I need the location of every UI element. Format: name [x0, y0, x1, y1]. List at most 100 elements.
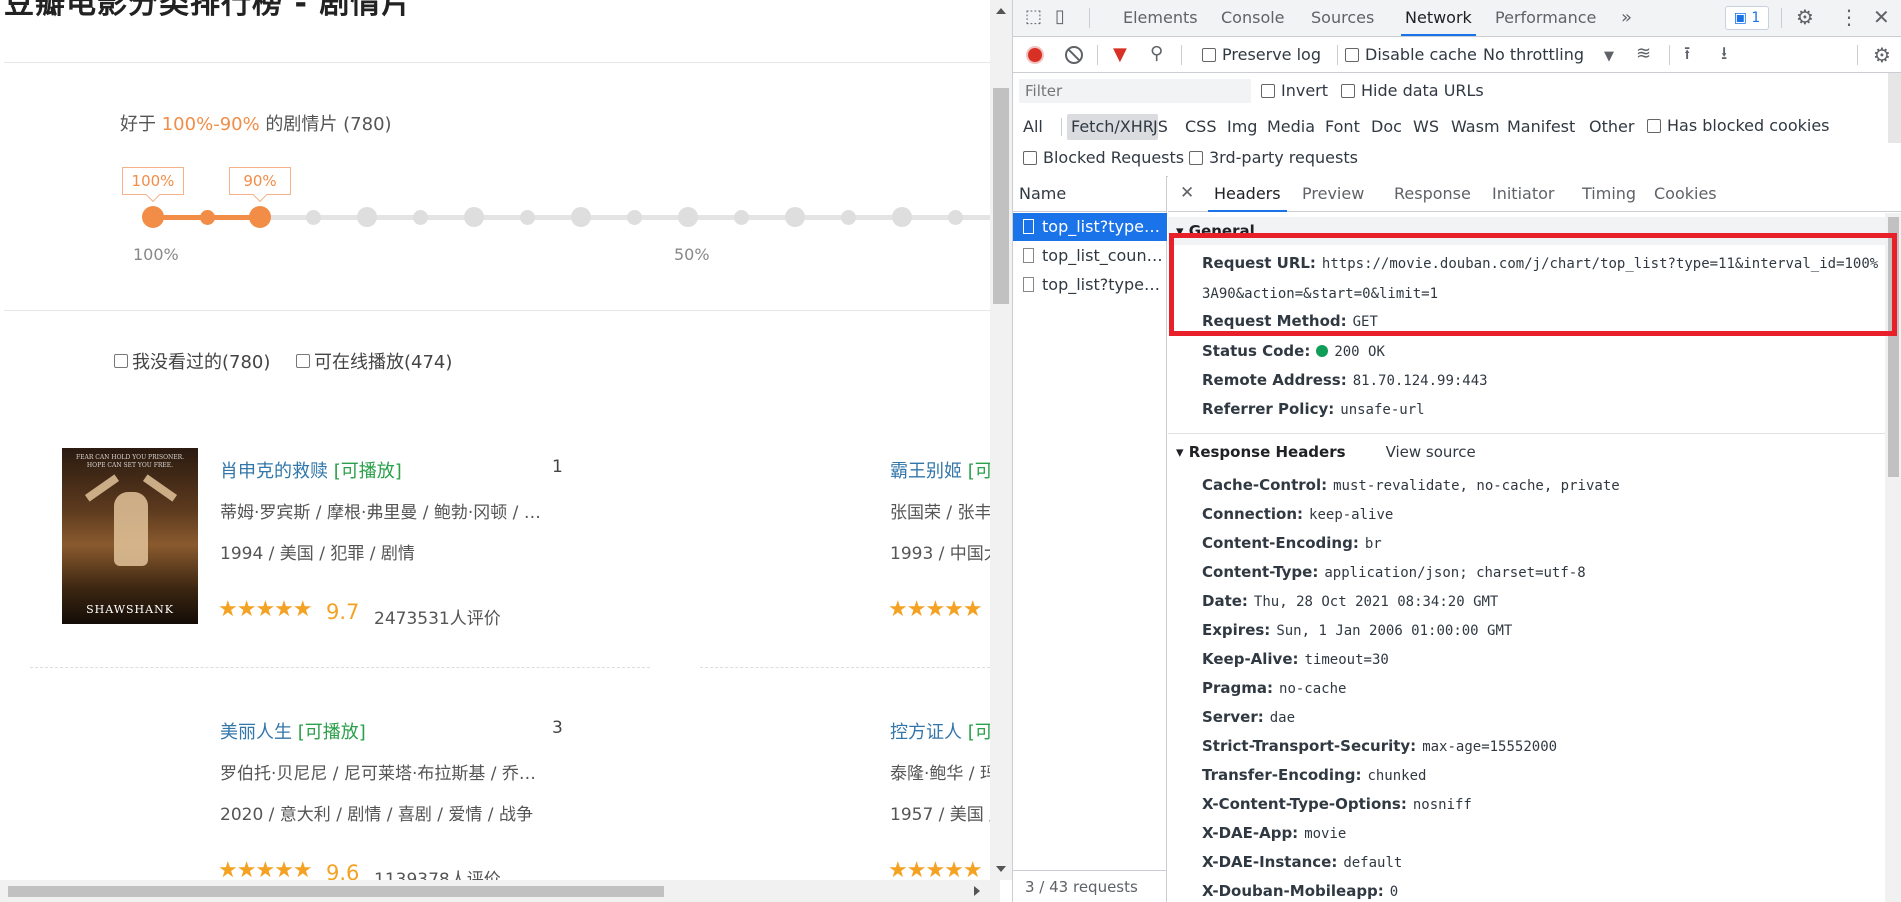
export-har-icon[interactable]: ⭳	[1721, 45, 1727, 63]
tab-timing[interactable]: Timing	[1582, 176, 1636, 212]
checkbox-box[interactable]	[114, 354, 128, 368]
slider-step[interactable]	[412, 209, 428, 225]
type-filter-wasm[interactable]: Wasm	[1447, 114, 1504, 140]
third-party-requests-checkbox[interactable]: 3rd-party requests	[1189, 148, 1358, 167]
device-toolbar-icon[interactable]: ▯	[1055, 8, 1065, 26]
request-row[interactable]: top_list_coun…	[1013, 242, 1167, 270]
tab-cookies[interactable]: Cookies	[1654, 176, 1717, 212]
clear-icon[interactable]	[1065, 46, 1083, 64]
slider-step[interactable]	[840, 209, 856, 225]
checkbox-not-seen[interactable]: 我没看过的(780)	[114, 348, 270, 374]
slider-step[interactable]	[357, 207, 377, 227]
more-tabs-icon[interactable]: »	[1621, 0, 1632, 36]
request-row[interactable]: top_list?type…	[1013, 271, 1167, 299]
tab-preview[interactable]: Preview	[1302, 176, 1364, 212]
tab-elements[interactable]: Elements	[1123, 0, 1198, 36]
checkbox-box[interactable]	[1189, 151, 1203, 165]
disable-cache-checkbox[interactable]: Disable cache	[1345, 45, 1477, 64]
slider-step[interactable]	[733, 209, 749, 225]
type-filter-manifest[interactable]: Manifest	[1503, 114, 1579, 140]
type-filter-ws[interactable]: WS	[1409, 114, 1443, 140]
section-title: Response Headers	[1188, 443, 1346, 461]
more-options-icon[interactable]: ⋮	[1839, 7, 1859, 27]
tab-performance[interactable]: Performance	[1495, 0, 1596, 36]
has-blocked-cookies-checkbox[interactable]: Has blocked cookies	[1647, 116, 1830, 135]
slider-step[interactable]	[519, 209, 535, 225]
request-row[interactable]: top_list?type…	[1013, 213, 1167, 241]
slider-step[interactable]	[464, 207, 484, 227]
type-filter-media[interactable]: Media	[1263, 114, 1319, 140]
page-horizontal-scrollbar[interactable]	[0, 880, 1000, 902]
view-source-link[interactable]: View source	[1386, 443, 1476, 461]
movie-poster[interactable]: FEAR CAN HOLD YOU PRISONER. HOPE CAN SET…	[62, 448, 198, 624]
movie-title-link[interactable]: 肖申克的救赎 [可播放]	[220, 457, 402, 483]
slider-handle[interactable]	[199, 209, 215, 225]
slider-handle[interactable]	[142, 206, 164, 228]
checkbox-box[interactable]	[1647, 119, 1661, 133]
close-detail-icon[interactable]: ✕	[1180, 185, 1194, 202]
type-filter-img[interactable]: Img	[1223, 114, 1261, 140]
slider-handle[interactable]	[249, 206, 271, 228]
hide-data-urls-checkbox[interactable]: Hide data URLs	[1341, 81, 1484, 100]
tab-initiator[interactable]: Initiator	[1492, 176, 1554, 212]
type-filter-js[interactable]: JS	[1149, 114, 1172, 140]
scrollbar-thumb[interactable]	[1888, 73, 1901, 143]
file-icon	[1023, 248, 1034, 263]
tab-console[interactable]: Console	[1221, 0, 1285, 36]
type-filter-fetch-xhr[interactable]: Fetch/XHR	[1067, 114, 1158, 140]
checkbox-box[interactable]	[296, 354, 310, 368]
invert-checkbox[interactable]: Invert	[1261, 81, 1328, 100]
tab-network[interactable]: Network	[1401, 0, 1476, 36]
slider-step[interactable]	[947, 209, 963, 225]
search-icon[interactable]: ⚲	[1150, 45, 1163, 63]
response-header-row: X-DAE-Instance: default	[1202, 848, 1882, 878]
movie-title-link[interactable]: 控方证人 [可	[890, 718, 993, 744]
tab-response[interactable]: Response	[1394, 176, 1471, 212]
scroll-up-icon[interactable]	[996, 8, 1006, 14]
checkbox-box[interactable]	[1202, 48, 1216, 62]
issues-badge[interactable]: ▣ 1	[1725, 6, 1769, 30]
play-badge: [可播放]	[297, 722, 366, 743]
slider-step[interactable]	[678, 207, 698, 227]
checkbox-box[interactable]	[1261, 84, 1275, 98]
tab-headers[interactable]: Headers	[1208, 176, 1287, 212]
throttling-select[interactable]: No throttling ▼	[1483, 45, 1614, 64]
checkbox-box[interactable]	[1345, 48, 1359, 62]
preserve-log-checkbox[interactable]: Preserve log	[1202, 45, 1321, 64]
slider-step[interactable]	[626, 209, 642, 225]
blocked-requests-checkbox[interactable]: Blocked Requests	[1023, 148, 1184, 167]
third-party-requests-label: 3rd-party requests	[1209, 148, 1358, 167]
checkbox-box[interactable]	[1341, 84, 1355, 98]
slider-step[interactable]	[571, 207, 591, 227]
name-column-header[interactable]: Name	[1013, 176, 1167, 212]
type-filter-css[interactable]: CSS	[1181, 114, 1220, 140]
checkbox-online-play[interactable]: 可在线播放(474)	[296, 348, 452, 374]
network-settings-gear-icon[interactable]: ⚙	[1873, 45, 1891, 65]
response-headers-section-header[interactable]: ▾ Response Headers View source	[1168, 438, 1888, 466]
import-har-icon[interactable]: ⭱	[1684, 45, 1690, 63]
filter-funnel-icon[interactable]: ▼	[1113, 46, 1127, 64]
inspect-element-icon[interactable]: ⬚	[1025, 8, 1042, 26]
movie-title-link[interactable]: 霸王别姬 [可	[890, 457, 993, 483]
scroll-down-icon[interactable]	[996, 866, 1006, 872]
type-filter-all[interactable]: All	[1019, 114, 1047, 140]
movie-title-link[interactable]: 美丽人生 [可播放]	[220, 718, 366, 744]
type-filter-other[interactable]: Other	[1585, 114, 1638, 140]
scrollbar-thumb[interactable]	[8, 886, 664, 897]
slider-step[interactable]	[305, 209, 321, 225]
type-filter-doc[interactable]: Doc	[1367, 114, 1406, 140]
slider-step[interactable]	[785, 207, 805, 227]
scroll-right-icon[interactable]	[974, 886, 980, 896]
page-vertical-scrollbar[interactable]	[990, 0, 1012, 880]
record-icon[interactable]	[1026, 46, 1044, 64]
scrollbar-thumb[interactable]	[993, 88, 1009, 304]
slider-step[interactable]	[892, 207, 912, 227]
close-devtools-icon[interactable]: ✕	[1873, 7, 1890, 27]
checkbox-box[interactable]	[1023, 151, 1037, 165]
filter-input[interactable]	[1019, 79, 1251, 103]
settings-gear-icon[interactable]: ⚙	[1796, 7, 1814, 27]
tab-sources[interactable]: Sources	[1311, 0, 1374, 36]
invert-label: Invert	[1281, 81, 1329, 100]
network-conditions-icon[interactable]: ≋	[1636, 45, 1651, 63]
type-filter-font[interactable]: Font	[1321, 114, 1364, 140]
